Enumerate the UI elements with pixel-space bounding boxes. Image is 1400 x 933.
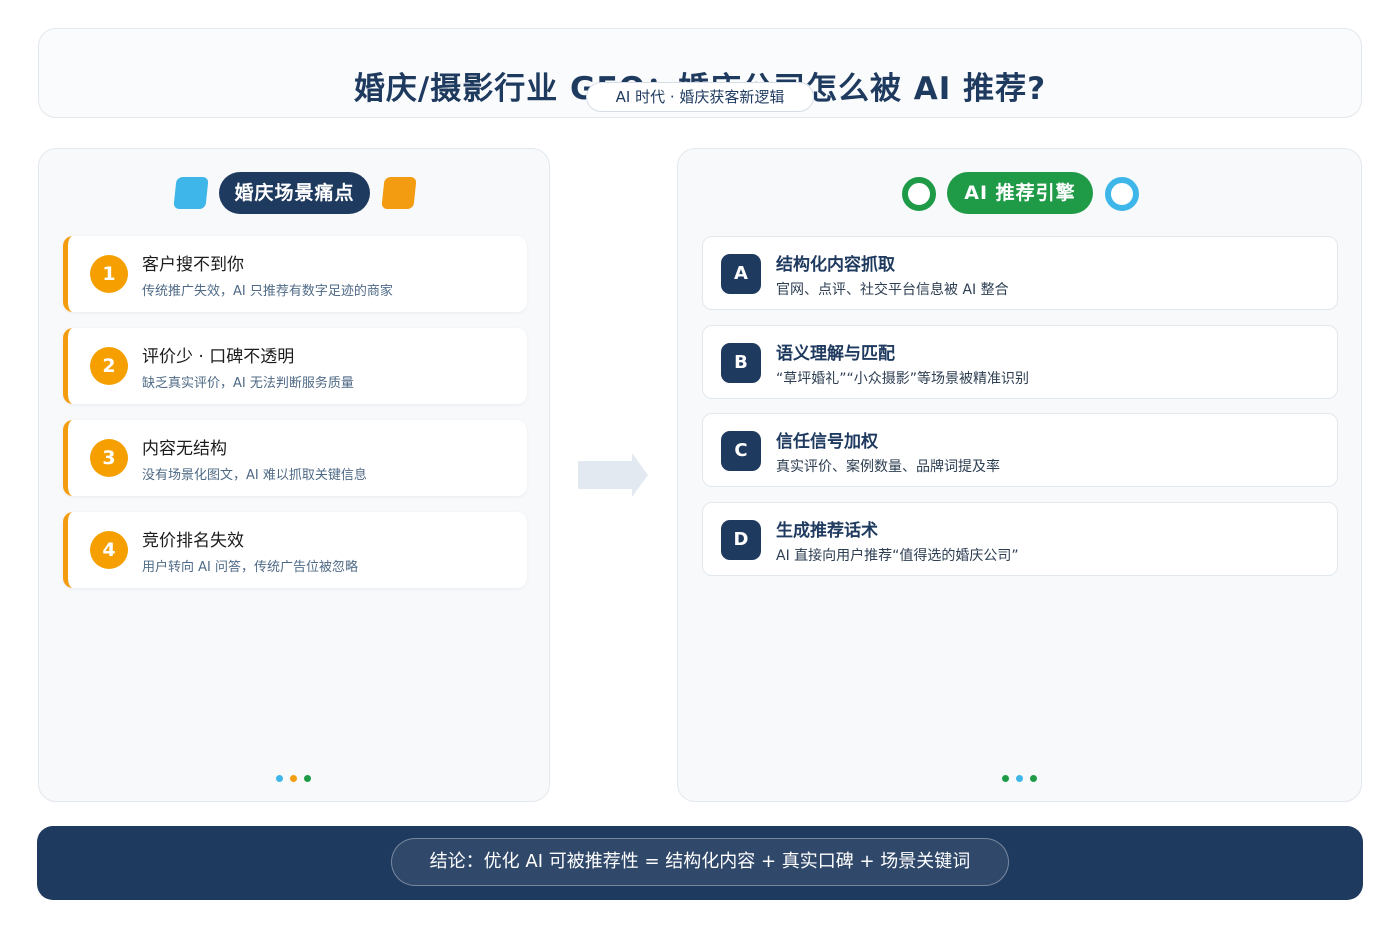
letter-badge: D: [721, 520, 761, 560]
engine-title: 生成推荐话术: [776, 521, 878, 541]
dot-green: [1030, 775, 1037, 782]
engine-card-a: A 结构化内容抓取 官网、点评、社交平台信息被 AI 整合: [702, 236, 1338, 310]
number-badge: 3: [90, 439, 128, 477]
letter-badge: A: [721, 254, 761, 294]
number-badge: 2: [90, 347, 128, 385]
pain-points-heading: 婚庆场景痛点: [219, 172, 370, 214]
blue-square-decoration: [173, 177, 209, 209]
pain-description: 缺乏真实评价，AI 无法判断服务质量: [142, 376, 354, 391]
engine-description: AI 直接向用户推荐“值得选的婚庆公司”: [776, 548, 1019, 564]
engine-description: 真实评价、案例数量、品牌词提及率: [776, 459, 1000, 475]
arrow-right-icon: [578, 453, 648, 497]
pain-description: 没有场景化图文，AI 难以抓取关键信息: [142, 468, 367, 483]
pain-title: 内容无结构: [142, 439, 227, 459]
pain-title: 客户搜不到你: [142, 255, 244, 275]
letter-badge: C: [721, 431, 761, 471]
dot-green: [304, 775, 311, 782]
dot-blue: [1016, 775, 1023, 782]
conclusion-text: 结论：优化 AI 可被推荐性 = 结构化内容 + 真实口碑 + 场景关键词: [391, 838, 1009, 886]
engine-title: 信任信号加权: [776, 432, 878, 452]
page: 婚庆/摄影行业 GEO：婚庆公司怎么被 AI 推荐? AI 时代 · 婚庆获客新…: [0, 0, 1400, 933]
pain-card-4: 4 竞价排名失效 用户转向 AI 问答，传统广告位被忽略: [63, 512, 527, 588]
subtitle-badge: AI 时代 · 婚庆获客新逻辑: [586, 82, 814, 112]
engine-card-d: D 生成推荐话术 AI 直接向用户推荐“值得选的婚庆公司”: [702, 502, 1338, 576]
right-dots-decoration: [1002, 775, 1042, 783]
number-badge: 1: [90, 255, 128, 293]
engine-description: 官网、点评、社交平台信息被 AI 整合: [776, 282, 1009, 298]
blue-ring-decoration: [1105, 177, 1139, 211]
pain-card-2: 2 评价少 · 口碑不透明 缺乏真实评价，AI 无法判断服务质量: [63, 328, 527, 404]
pain-description: 用户转向 AI 问答，传统广告位被忽略: [142, 560, 358, 575]
pain-points-panel: 婚庆场景痛点 1 客户搜不到你 传统推广失效，AI 只推荐有数字足迹的商家 2 …: [38, 148, 550, 802]
pain-title: 评价少 · 口碑不透明: [142, 347, 295, 367]
number-badge: 4: [90, 531, 128, 569]
dot-blue: [276, 775, 283, 782]
pain-card-3: 3 内容无结构 没有场景化图文，AI 难以抓取关键信息: [63, 420, 527, 496]
letter-badge: B: [721, 343, 761, 383]
engine-description: “草坪婚礼”“小众摄影”等场景被精准识别: [776, 371, 1030, 387]
left-dots-decoration: [276, 775, 316, 783]
engine-title: 语义理解与匹配: [776, 344, 895, 364]
dot-orange: [290, 775, 297, 782]
pain-card-1: 1 客户搜不到你 传统推广失效，AI 只推荐有数字足迹的商家: [63, 236, 527, 312]
engine-card-c: C 信任信号加权 真实评价、案例数量、品牌词提及率: [702, 413, 1338, 487]
engine-title: 结构化内容抓取: [776, 255, 895, 275]
ai-engine-panel: AI 推荐引擎 A 结构化内容抓取 官网、点评、社交平台信息被 AI 整合 B …: [677, 148, 1362, 802]
dot-green: [1002, 775, 1009, 782]
conclusion-footer: 结论：优化 AI 可被推荐性 = 结构化内容 + 真实口碑 + 场景关键词: [37, 826, 1363, 900]
orange-square-decoration: [381, 177, 417, 209]
engine-card-b: B 语义理解与匹配 “草坪婚礼”“小众摄影”等场景被精准识别: [702, 325, 1338, 399]
pain-title: 竞价排名失效: [142, 531, 244, 551]
pain-description: 传统推广失效，AI 只推荐有数字足迹的商家: [142, 284, 393, 299]
ai-engine-heading: AI 推荐引擎: [947, 172, 1093, 214]
green-ring-decoration: [902, 177, 936, 211]
